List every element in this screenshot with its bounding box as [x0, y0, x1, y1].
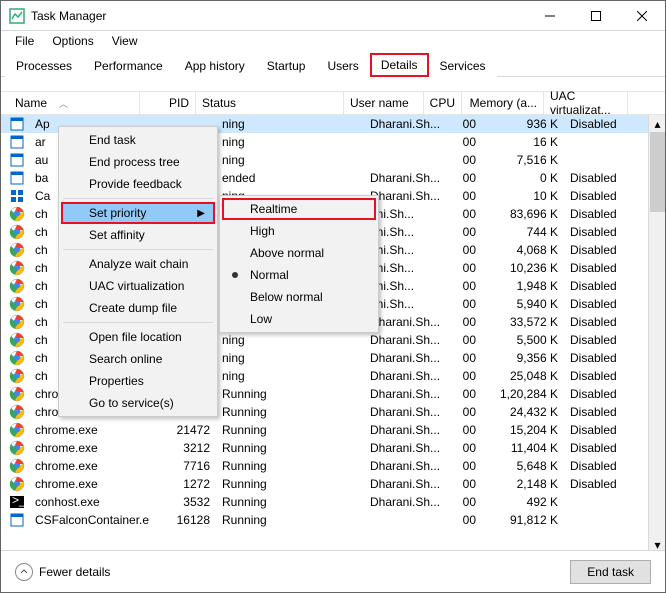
minimize-button[interactable] — [527, 1, 573, 31]
process-icon — [9, 242, 25, 258]
priority-submenu: RealtimeHighAbove normalNormalBelow norm… — [219, 195, 379, 333]
chevron-up-icon — [15, 563, 33, 581]
tab-processes[interactable]: Processes — [5, 54, 83, 77]
scroll-thumb[interactable] — [650, 132, 665, 212]
end-task-button[interactable]: End task — [570, 560, 651, 584]
tab-users[interactable]: Users — [316, 54, 369, 77]
process-icon — [9, 170, 25, 186]
menu-item-uac-virtualization[interactable]: UAC virtualization — [61, 275, 215, 297]
menu-item-high[interactable]: High — [222, 220, 376, 242]
separator — [63, 249, 213, 250]
process-icon — [9, 422, 25, 438]
col-uac[interactable]: UAC virtualizat... — [544, 92, 628, 114]
process-icon — [9, 458, 25, 474]
separator — [63, 198, 213, 199]
process-icon — [9, 116, 25, 132]
tabs: ProcessesPerformanceApp historyStartupUs… — [1, 51, 665, 77]
process-icon — [9, 134, 25, 150]
menu-view[interactable]: View — [104, 32, 146, 50]
process-icon — [9, 278, 25, 294]
titlebar: Task Manager — [1, 1, 665, 31]
table-row[interactable]: chrome.exe21472RunningDharani.Sh...0015,… — [1, 421, 665, 439]
menu-item-end-task[interactable]: End task — [61, 129, 215, 151]
menu-item-go-to-service-s-[interactable]: Go to service(s) — [61, 392, 215, 414]
context-menu: End taskEnd process treeProvide feedback… — [58, 126, 218, 417]
menu-item-realtime[interactable]: Realtime — [222, 198, 376, 220]
process-icon — [9, 188, 25, 204]
process-icon — [9, 386, 25, 402]
menubar: FileOptionsView — [1, 31, 665, 51]
process-icon — [9, 404, 25, 420]
process-icon: >_ — [9, 494, 25, 510]
menu-item-open-file-location[interactable]: Open file location — [61, 326, 215, 348]
menu-item-below-normal[interactable]: Below normal — [222, 286, 376, 308]
col-mem[interactable]: Memory (a... — [462, 92, 544, 114]
table-row[interactable]: chrome.exe3212RunningDharani.Sh...0011,4… — [1, 439, 665, 457]
menu-item-properties[interactable]: Properties — [61, 370, 215, 392]
tab-startup[interactable]: Startup — [256, 54, 317, 77]
process-icon — [9, 368, 25, 384]
table-row[interactable]: chrome.exe7716RunningDharani.Sh...005,64… — [1, 457, 665, 475]
menu-item-end-process-tree[interactable]: End process tree — [61, 151, 215, 173]
process-icon — [9, 332, 25, 348]
table-row[interactable]: chrome.exe1272RunningDharani.Sh...002,14… — [1, 475, 665, 493]
process-icon — [9, 296, 25, 312]
process-icon — [9, 260, 25, 276]
process-icon — [9, 512, 25, 528]
tab-details[interactable]: Details — [370, 53, 429, 77]
tab-services[interactable]: Services — [429, 54, 497, 77]
col-pid[interactable]: PID — [140, 92, 196, 114]
table-row[interactable]: CSFalconContainer.e16128Running0091,812 … — [1, 511, 665, 529]
tab-performance[interactable]: Performance — [83, 54, 174, 77]
menu-item-create-dump-file[interactable]: Create dump file — [61, 297, 215, 319]
col-name[interactable]: Name︿ — [9, 92, 140, 114]
menu-item-low[interactable]: Low — [222, 308, 376, 330]
menu-item-analyze-wait-chain[interactable]: Analyze wait chain — [61, 253, 215, 275]
maximize-button[interactable] — [573, 1, 619, 31]
process-icon — [9, 440, 25, 456]
radio-dot-icon — [232, 272, 238, 278]
process-icon — [9, 314, 25, 330]
menu-item-search-online[interactable]: Search online — [61, 348, 215, 370]
menu-item-set-priority[interactable]: Set priority▶ — [61, 202, 215, 224]
fewer-details-button[interactable]: Fewer details — [15, 563, 110, 581]
column-headers: Name︿ PID Status User name CPU Memory (a… — [1, 91, 665, 115]
chevron-right-icon: ▶ — [197, 208, 205, 219]
footer: Fewer details End task — [1, 550, 665, 592]
process-icon — [9, 476, 25, 492]
sort-arrow-icon: ︿ — [59, 97, 68, 110]
process-icon — [9, 152, 25, 168]
menu-item-set-affinity[interactable]: Set affinity — [61, 224, 215, 246]
separator — [63, 322, 213, 323]
table-row[interactable]: >_conhost.exe3532RunningDharani.Sh...004… — [1, 493, 665, 511]
menu-item-above-normal[interactable]: Above normal — [222, 242, 376, 264]
window-title: Task Manager — [31, 9, 527, 23]
menu-item-provide-feedback[interactable]: Provide feedback — [61, 173, 215, 195]
scrollbar[interactable]: ▴ ▾ — [648, 115, 665, 553]
menu-options[interactable]: Options — [44, 32, 101, 50]
col-user[interactable]: User name — [344, 92, 424, 114]
col-status[interactable]: Status — [196, 92, 344, 114]
close-button[interactable] — [619, 1, 665, 31]
process-icon — [9, 350, 25, 366]
col-cpu[interactable]: CPU — [424, 92, 462, 114]
svg-text:>_: >_ — [12, 494, 25, 507]
menu-item-normal[interactable]: Normal — [222, 264, 376, 286]
tab-app-history[interactable]: App history — [174, 54, 256, 77]
menu-file[interactable]: File — [7, 32, 42, 50]
process-icon — [9, 224, 25, 240]
scroll-up-icon[interactable]: ▴ — [649, 115, 665, 132]
app-icon — [9, 8, 25, 24]
process-icon — [9, 206, 25, 222]
